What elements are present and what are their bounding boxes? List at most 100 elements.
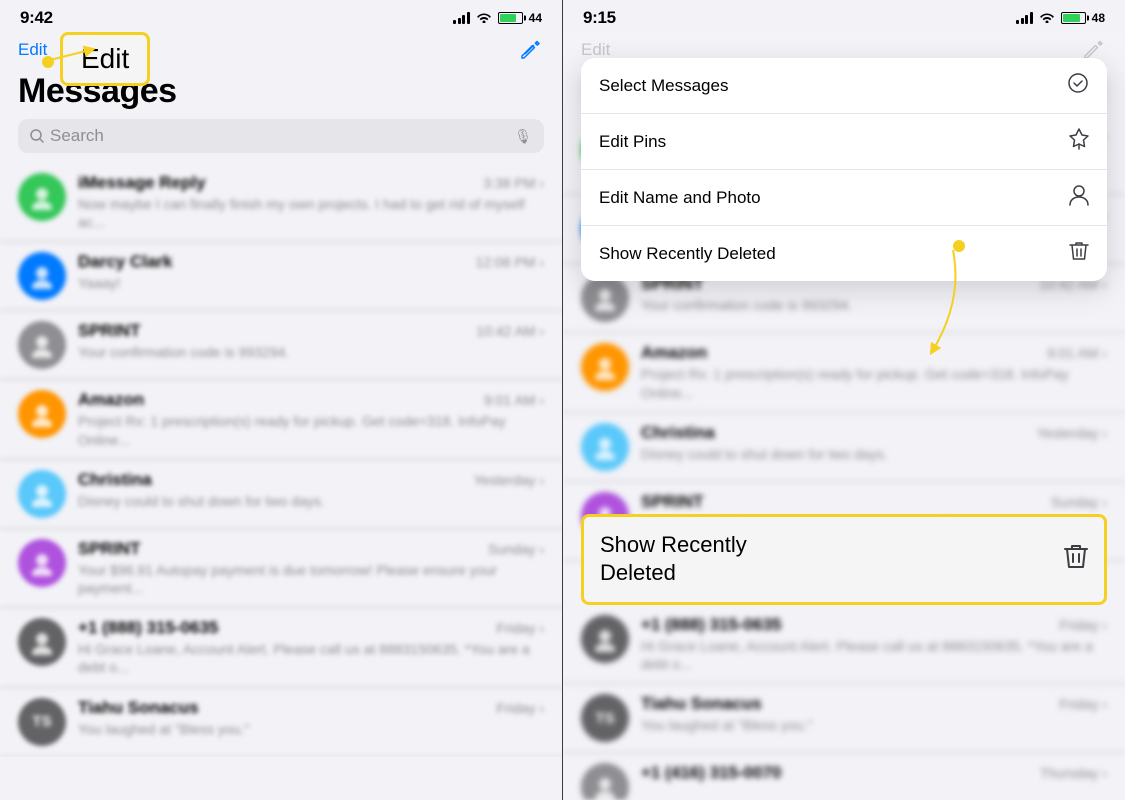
search-icon: [30, 129, 44, 143]
list-item[interactable]: SPRINT Sunday › Your $96.91 Autopay paym…: [0, 529, 562, 608]
right-status-time: 9:15: [583, 8, 616, 28]
message-time: 3:38 PM ›: [483, 175, 544, 191]
battery-icon: [498, 12, 523, 24]
message-preview: Hi Grace Loane, Account Alert. Please ca…: [78, 640, 544, 676]
left-status-icons: 44: [453, 11, 542, 26]
message-preview: Now maybe I can finally finish my own pr…: [78, 195, 544, 231]
message-time: Friday ›: [497, 620, 544, 636]
pin-icon: [1069, 128, 1089, 155]
callout-trash-icon: [1064, 543, 1088, 575]
dropdown-item-label: Edit Name and Photo: [599, 188, 761, 208]
wifi-icon: [1039, 11, 1055, 26]
search-placeholder: Search: [50, 126, 508, 146]
message-content: SPRINT Sunday › Your $96.91 Autopay paym…: [78, 539, 544, 597]
message-preview: Yaaay!: [78, 274, 544, 292]
right-edit-button: Edit: [581, 40, 610, 60]
message-time: Sunday ›: [488, 541, 544, 557]
avatar: [18, 618, 66, 666]
list-item[interactable]: Darcy Clark 12:08 PM › Yaaay!: [0, 242, 562, 311]
message-content: Christina Yesterday › Disney could to sh…: [78, 470, 544, 510]
right-phone-panel: 9:15 48 Edit: [563, 0, 1125, 800]
wifi-icon: [476, 11, 492, 26]
avatar: TS: [18, 698, 66, 746]
message-content: SPRINT 10:42 AM › Your confirmation code…: [78, 321, 544, 361]
right-status-bar: 9:15 48: [563, 0, 1125, 32]
message-content: +1 (888) 315-0635 Friday › Hi Grace Loan…: [78, 618, 544, 676]
dropdown-item-edit-name-photo[interactable]: Edit Name and Photo: [581, 170, 1107, 226]
compose-button[interactable]: [516, 36, 544, 64]
left-status-time: 9:42: [20, 8, 53, 28]
battery-label: 44: [529, 11, 542, 25]
message-time: 9:01 AM ›: [484, 392, 544, 408]
right-screen: 9:15 48 Edit: [563, 0, 1125, 800]
message-preview: Disney could to shut down for two days.: [78, 492, 544, 510]
left-message-list: iMessage Reply 3:38 PM › Now maybe I can…: [0, 163, 562, 757]
check-circle-icon: [1067, 72, 1089, 99]
edit-dot-indicator: [42, 56, 54, 68]
avatar: [581, 615, 629, 663]
recently-deleted-dot-indicator: [953, 240, 965, 252]
mic-icon: 🎙: [514, 128, 532, 145]
list-item[interactable]: iMessage Reply 3:38 PM › Now maybe I can…: [0, 163, 562, 242]
compose-icon: [519, 39, 541, 61]
message-content: Tiahu Sonacus Friday › You laughed at "B…: [78, 698, 544, 738]
avatar: [581, 423, 629, 471]
list-item[interactable]: TS Tiahu Sonacus Friday › You laughed at…: [0, 688, 562, 757]
message-time: 12:08 PM ›: [476, 254, 544, 270]
list-item: Amazon 9:01 AM › Project Rx: 1 prescript…: [563, 333, 1125, 412]
avatar: [18, 173, 66, 221]
search-bar[interactable]: Search 🎙: [18, 119, 544, 153]
list-item: +1 (888) 315-0635 Friday › Hi Grace Loan…: [563, 605, 1125, 684]
battery-icon: [1061, 12, 1086, 24]
dropdown-item-label: Select Messages: [599, 76, 728, 96]
message-content: Darcy Clark 12:08 PM › Yaaay!: [78, 252, 544, 292]
avatar: [581, 274, 629, 322]
message-preview: Your confirmation code is 993294.: [78, 343, 544, 361]
list-item[interactable]: +1 (888) 315-0635 Friday › Hi Grace Loan…: [0, 608, 562, 687]
avatar: [18, 539, 66, 587]
message-time: 10:42 AM ›: [476, 323, 544, 339]
list-item[interactable]: Amazon 9:01 AM › Project Rx: 1 prescript…: [0, 380, 562, 459]
avatar: [581, 343, 629, 391]
message-content: Amazon 9:01 AM › Project Rx: 1 prescript…: [78, 390, 544, 448]
list-item[interactable]: Christina Yesterday › Disney could to sh…: [0, 460, 562, 529]
right-status-icons: 48: [1016, 11, 1105, 26]
dropdown-item-label: Show Recently Deleted: [599, 244, 776, 264]
sender-name: Amazon: [78, 390, 144, 410]
callout-box-label: Show RecentlyDeleted: [600, 531, 747, 588]
trash-icon: [1069, 240, 1089, 267]
message-preview: Project Rx: 1 prescription(s) ready for …: [78, 412, 544, 448]
edit-callout-label: Edit: [81, 43, 129, 74]
sender-name: Tiahu Sonacus: [78, 698, 199, 718]
dropdown-item-select-messages[interactable]: Select Messages: [581, 58, 1107, 114]
sender-name: +1 (888) 315-0635: [78, 618, 218, 638]
avatar: [18, 252, 66, 300]
list-item[interactable]: SPRINT 10:42 AM › Your confirmation code…: [0, 311, 562, 380]
edit-callout-box: Edit: [60, 32, 150, 86]
avatar: TS: [581, 694, 629, 742]
show-recently-deleted-callout: Show RecentlyDeleted: [581, 514, 1107, 605]
sender-name: iMessage Reply: [78, 173, 206, 193]
avatar: [18, 321, 66, 369]
dropdown-item-label: Edit Pins: [599, 132, 666, 152]
avatar: [18, 470, 66, 518]
person-icon: [1069, 184, 1089, 211]
battery-label: 48: [1092, 11, 1105, 25]
dropdown-item-show-recently-deleted[interactable]: Show Recently Deleted: [581, 226, 1107, 281]
list-item: TS Tiahu Sonacus Friday › You laughed at…: [563, 684, 1125, 753]
dropdown-item-edit-pins[interactable]: Edit Pins: [581, 114, 1107, 170]
message-content: iMessage Reply 3:38 PM › Now maybe I can…: [78, 173, 544, 231]
list-item: Christina Yesterday › Disney could to sh…: [563, 413, 1125, 482]
message-preview: You laughed at "Bless you.": [78, 720, 544, 738]
sender-name: SPRINT: [78, 321, 140, 341]
message-time: Yesterday ›: [474, 472, 544, 488]
left-screen: 9:42 44 Edit: [0, 0, 562, 800]
message-time: Friday ›: [497, 700, 544, 716]
sender-name: Christina: [78, 470, 152, 490]
sender-name: Darcy Clark: [78, 252, 173, 272]
list-item: +1 (416) 315-0070 Thursday ›: [563, 753, 1125, 800]
bottom-blurred-messages: +1 (888) 315-0635 Friday › Hi Grace Loan…: [563, 605, 1125, 800]
avatar: [581, 763, 629, 800]
signal-icon: [453, 12, 470, 24]
left-phone-panel: 9:42 44 Edit: [0, 0, 562, 800]
